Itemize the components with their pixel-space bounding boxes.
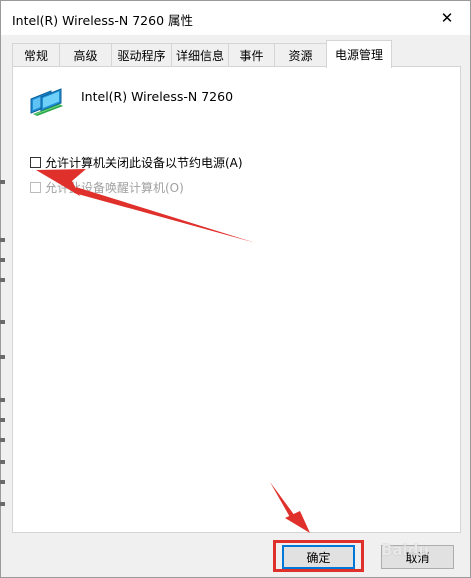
title-bar: Intel(R) Wireless-N 7260 属性 ✕ xyxy=(1,1,470,35)
tab-label: 事件 xyxy=(239,48,264,63)
tab-label: 电源管理 xyxy=(334,48,383,62)
tab-power-management[interactable]: 电源管理 xyxy=(326,40,392,68)
close-button[interactable]: ✕ xyxy=(424,1,470,35)
tab-general[interactable]: 常规 xyxy=(12,43,60,66)
cancel-label: 取消 xyxy=(405,550,430,565)
properties-dialog: Intel(R) Wireless-N 7260 属性 ✕ 常规 高级 驱动程序… xyxy=(0,0,471,578)
tab-label: 详细信息 xyxy=(175,48,224,63)
tab-events[interactable]: 事件 xyxy=(228,43,275,66)
tab-label: 资源 xyxy=(288,48,313,63)
tab-label: 高级 xyxy=(73,48,98,63)
background-window-edge xyxy=(0,180,8,540)
tab-strip: 常规 高级 驱动程序 详细信息 事件 资源 电源管理 xyxy=(12,40,461,68)
tab-resources[interactable]: 资源 xyxy=(274,43,327,66)
close-icon: ✕ xyxy=(440,9,454,27)
allow-power-off-label: 允许计算机关闭此设备以节约电源(A) xyxy=(45,156,243,170)
ok-button[interactable]: 确定 xyxy=(282,545,355,569)
cancel-button[interactable]: 取消 xyxy=(381,545,454,569)
ok-label: 确定 xyxy=(306,550,331,565)
tab-details[interactable]: 详细信息 xyxy=(171,43,229,66)
allow-wake-option: 允许此设备唤醒计算机(O) xyxy=(30,179,184,196)
device-name: Intel(R) Wireless-N 7260 xyxy=(81,89,234,104)
allow-power-off-checkbox[interactable] xyxy=(30,157,41,168)
tab-label: 驱动程序 xyxy=(117,48,166,63)
network-adapter-icon xyxy=(30,88,63,116)
allow-power-off-option[interactable]: 允许计算机关闭此设备以节约电源(A) xyxy=(30,154,243,171)
tab-driver[interactable]: 驱动程序 xyxy=(111,43,172,66)
allow-wake-label: 允许此设备唤醒计算机(O) xyxy=(45,181,184,195)
tab-label: 常规 xyxy=(23,48,48,63)
power-management-panel: Intel(R) Wireless-N 7260 允许计算机关闭此设备以节约电源… xyxy=(12,66,461,533)
window-title: Intel(R) Wireless-N 7260 属性 xyxy=(12,13,194,28)
allow-wake-checkbox xyxy=(30,182,41,193)
tab-advanced[interactable]: 高级 xyxy=(59,43,112,66)
